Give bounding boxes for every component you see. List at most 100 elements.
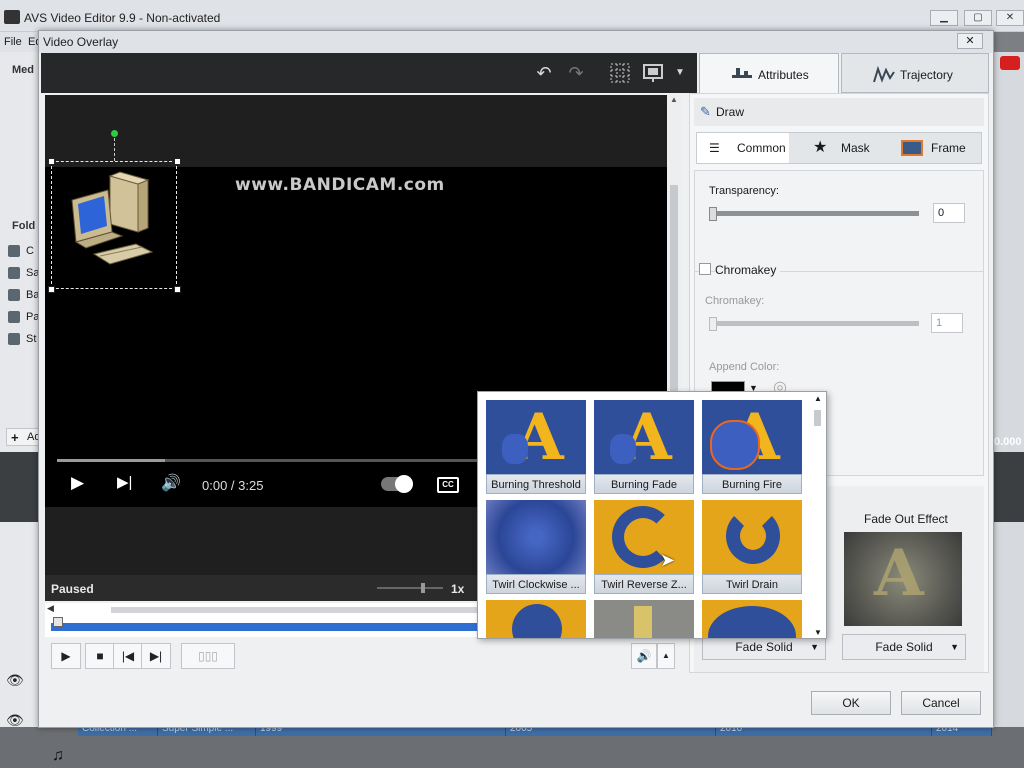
volume-button[interactable]: 🔊 xyxy=(631,643,657,669)
progress-fill xyxy=(57,459,165,462)
editor-toolbar: ↶ ↷ ▼ xyxy=(41,53,697,93)
scroll-down-icon[interactable]: ▼ xyxy=(814,628,822,637)
scroll-left-icon[interactable]: ◀ xyxy=(47,603,54,614)
transparency-value[interactable]: 0 xyxy=(933,203,965,223)
chromakey-label: Chromakey: xyxy=(705,295,765,307)
dialog-title-bar: Video Overlay ✕ xyxy=(39,31,993,53)
list-icon: ☰ xyxy=(709,141,720,155)
effect-item[interactable]: A Burning Fade xyxy=(594,400,694,494)
dialog-close-button[interactable]: ✕ xyxy=(957,33,983,49)
effect-thumbnail xyxy=(486,500,586,574)
brush-icon: ✎ xyxy=(700,104,711,119)
minimize-button[interactable]: ▁ xyxy=(930,10,958,26)
twirl-shape xyxy=(726,508,780,564)
chromakey-slider-thumb[interactable] xyxy=(709,317,717,331)
chromakey-checkbox[interactable] xyxy=(699,263,711,275)
right-dark-area xyxy=(992,452,1024,522)
resize-handle[interactable] xyxy=(174,158,181,165)
chromakey-checkbox-label: Chromakey xyxy=(715,263,781,277)
tree-item[interactable]: C xyxy=(6,242,40,260)
effect-list-scrollbar[interactable]: ▲ ▼ xyxy=(812,394,824,638)
resize-handle[interactable] xyxy=(174,286,181,293)
player-controls: ▶ ■ |◀ ▶| ▯▯▯ 🔊 ▲ xyxy=(45,639,685,675)
tab-trajectory[interactable]: Trajectory xyxy=(841,53,989,93)
youtube-icon[interactable] xyxy=(1000,56,1020,70)
add-button[interactable]: + Ad xyxy=(6,428,40,446)
cancel-button[interactable]: Cancel xyxy=(901,691,981,715)
aspect-ratio-icon[interactable] xyxy=(641,61,667,85)
tab-common[interactable]: ☰ Common xyxy=(697,133,789,163)
transparency-slider[interactable] xyxy=(713,211,919,216)
skip-next-icon[interactable]: ▶| xyxy=(117,473,132,491)
effect-item[interactable]: A Burning Fire xyxy=(702,400,802,494)
close-app-button[interactable]: ✕ xyxy=(996,10,1024,26)
checkbox-icon xyxy=(8,245,20,257)
tab-attributes[interactable]: Attributes xyxy=(699,53,839,93)
scrollbar-thumb[interactable] xyxy=(814,410,821,426)
next-frame-button[interactable]: ▶| xyxy=(141,643,171,669)
split-button[interactable]: ▯▯▯ xyxy=(181,643,235,669)
overlay-selection-box[interactable] xyxy=(48,158,181,293)
draw-section-header[interactable]: ✎ Draw xyxy=(694,98,984,126)
effect-dropdown-list[interactable]: A Burning Threshold A Burning Fade A Bur… xyxy=(477,391,827,639)
scroll-up-icon[interactable]: ▲ xyxy=(814,394,822,403)
eye-icon[interactable]: 👁 xyxy=(6,672,24,689)
volume-dropdown[interactable]: ▲ xyxy=(657,643,675,669)
chromakey-slider[interactable] xyxy=(713,321,919,326)
transparency-label: Transparency: xyxy=(709,185,779,197)
tab-frame[interactable]: Frame xyxy=(887,133,983,163)
attribute-subtabs: ☰ Common ★ Mask Frame xyxy=(696,132,982,164)
volume-icon[interactable]: 🔊 xyxy=(161,473,181,493)
tree-item[interactable]: St xyxy=(6,330,40,348)
app-title: AVS Video Editor 9.9 - Non-activated xyxy=(24,11,221,25)
resize-handle[interactable] xyxy=(48,286,55,293)
scrollbar-thumb[interactable] xyxy=(670,185,678,415)
twirl-shape xyxy=(512,604,562,638)
maximize-button[interactable]: ▢ xyxy=(964,10,992,26)
captions-icon[interactable]: CC xyxy=(437,477,459,493)
resize-handle[interactable] xyxy=(48,158,55,165)
attributes-icon xyxy=(730,66,754,80)
effect-item[interactable]: Twirl Drain xyxy=(702,500,802,594)
chevron-down-icon[interactable]: ▼ xyxy=(667,61,693,85)
effect-thumbnail xyxy=(594,600,694,638)
stop-button[interactable]: ■ xyxy=(85,643,115,669)
computer-icon xyxy=(66,170,166,283)
effect-thumbnail: A xyxy=(486,400,586,474)
shape xyxy=(634,606,652,638)
play-icon[interactable]: ▶ xyxy=(71,473,84,493)
speed-value: 1x xyxy=(451,582,465,596)
effect-item[interactable] xyxy=(486,600,586,638)
effect-item[interactable]: Twirl Reverse Z... xyxy=(594,500,694,594)
menu-file[interactable]: File xyxy=(4,36,22,48)
ok-button[interactable]: OK xyxy=(811,691,891,715)
effect-item[interactable] xyxy=(702,600,802,638)
effect-thumbnail: A xyxy=(702,400,802,474)
burn-shape xyxy=(710,420,760,470)
chromakey-value[interactable]: 1 xyxy=(931,313,963,333)
tree-item[interactable]: Sa xyxy=(6,264,40,282)
speed-slider[interactable] xyxy=(377,587,443,589)
undo-icon[interactable]: ↶ xyxy=(531,61,557,85)
effect-item[interactable]: A Burning Threshold xyxy=(486,400,586,494)
autoplay-toggle[interactable] xyxy=(381,475,413,493)
timeline-position-marker[interactable] xyxy=(53,617,63,627)
effect-item[interactable] xyxy=(594,600,694,638)
redo-icon[interactable]: ↷ xyxy=(563,61,589,85)
fade-out-preview[interactable]: A xyxy=(844,532,962,626)
tree-item[interactable]: Ba xyxy=(6,286,40,304)
effect-item[interactable]: Twirl Clockwise ... xyxy=(486,500,586,594)
effect-thumbnail xyxy=(594,500,694,574)
app-title-bar: AVS Video Editor 9.9 - Non-activated ▁ ▢… xyxy=(0,0,1024,32)
grid-icon[interactable] xyxy=(607,61,633,85)
speed-slider-thumb[interactable] xyxy=(421,583,425,593)
tab-mask[interactable]: ★ Mask xyxy=(791,133,885,163)
play-button[interactable]: ▶ xyxy=(51,643,81,669)
scroll-up-icon[interactable]: ▲ xyxy=(670,95,678,104)
tree-item[interactable]: Pa xyxy=(6,308,40,326)
transparency-slider-thumb[interactable] xyxy=(709,207,717,221)
fade-out-dropdown[interactable]: Fade Solid ▼ xyxy=(842,634,966,660)
prev-frame-button[interactable]: |◀ xyxy=(113,643,143,669)
rotation-handle[interactable] xyxy=(111,130,118,137)
effect-thumbnail xyxy=(486,600,586,638)
